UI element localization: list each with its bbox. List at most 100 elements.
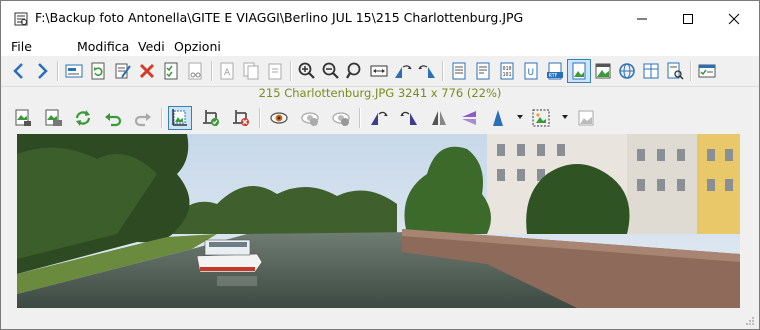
text-button[interactable]: A [215, 59, 239, 83]
flip-right-button[interactable] [397, 106, 421, 130]
menu-bar: File Modifica Vedi Opzioni [1, 37, 759, 56]
rtf-view-button[interactable]: RTF [543, 59, 567, 83]
crop-button[interactable] [168, 106, 192, 130]
mirror-icon [432, 111, 446, 125]
flip-left-button[interactable] [367, 106, 391, 130]
office-view-button[interactable] [639, 59, 663, 83]
delete-button[interactable] [135, 59, 159, 83]
unicode-view-button[interactable]: U [519, 59, 543, 83]
resize-grip-icon[interactable] [745, 316, 755, 326]
toolbar-separator [359, 108, 361, 128]
toolbar-separator [57, 61, 59, 81]
document-view-button[interactable] [471, 59, 495, 83]
image-info: 215 Charlottenburg.JPG 3241 x 776 (22%) [258, 86, 502, 100]
zoom-icon [346, 62, 361, 79]
status-bar [1, 311, 759, 329]
selection-button[interactable] [529, 106, 553, 130]
minimize-button[interactable] [619, 1, 665, 37]
print-image-icon [45, 109, 62, 126]
search-file-icon [667, 62, 684, 80]
crop-cancel-button[interactable] [229, 106, 253, 130]
search-file-button[interactable] [663, 59, 687, 83]
undo-button[interactable] [101, 106, 125, 130]
edit-icon [115, 63, 131, 79]
save-image-button[interactable] [11, 106, 35, 130]
multimedia-view-button[interactable] [591, 59, 615, 83]
title-bar: F:\Backup foto Antonella\GITE E VIAGGI\B… [1, 1, 759, 37]
cut-icon [188, 62, 202, 80]
back-button[interactable] [7, 59, 31, 83]
main-toolbar: A 010 101 U RTF [1, 56, 759, 87]
edit-button[interactable] [111, 59, 135, 83]
rotate-left-button[interactable] [391, 59, 415, 83]
selection-dropdown-icon[interactable] [562, 115, 568, 119]
image-view-button[interactable] [567, 59, 591, 83]
web-view-button[interactable] [615, 59, 639, 83]
hide-all-button[interactable] [329, 106, 353, 130]
preview-icon [270, 112, 288, 124]
hex-view-button[interactable]: 010 101 [495, 59, 519, 83]
svg-text:101: 101 [503, 72, 512, 78]
toolbar-separator [161, 108, 163, 128]
svg-text:RTF: RTF [549, 73, 558, 79]
rotate-right-icon [418, 65, 435, 78]
fit-width-icon [370, 65, 388, 77]
flip-vertical-icon [462, 111, 476, 125]
office-view-icon [643, 63, 659, 79]
triangle-button[interactable] [486, 106, 510, 130]
application-window: F:\Backup foto Antonella\GITE E VIAGGI\B… [0, 0, 760, 330]
checklist-button[interactable] [159, 59, 183, 83]
zoom-in-button[interactable] [295, 59, 319, 83]
text-view-icon [452, 62, 466, 80]
forward-icon [38, 63, 48, 79]
zoom-out-button[interactable] [319, 59, 343, 83]
svg-text:A: A [224, 68, 231, 78]
fit-width-button[interactable] [367, 59, 391, 83]
crop-apply-button[interactable] [199, 106, 223, 130]
back-icon [13, 63, 23, 79]
crop-cancel-icon [233, 110, 249, 126]
crop-icon [172, 109, 187, 126]
menu-modifica[interactable]: Modifica [77, 39, 129, 54]
panorama-photo [17, 134, 740, 308]
select-file-button[interactable] [62, 59, 86, 83]
mirror-button[interactable] [427, 106, 451, 130]
paste-button[interactable] [263, 59, 287, 83]
cut-button[interactable] [183, 59, 207, 83]
rotate-right-button[interactable] [415, 59, 439, 83]
multimedia-view-icon [595, 63, 611, 79]
image-view-icon [572, 62, 586, 80]
save-image-icon [15, 109, 31, 126]
redo-button[interactable] [131, 106, 155, 130]
refresh-icon [91, 62, 105, 80]
forward-button[interactable] [30, 59, 54, 83]
hide-button[interactable] [298, 106, 322, 130]
menu-file[interactable]: File [11, 39, 32, 54]
toolbar-separator [211, 61, 213, 81]
background-image-button[interactable] [574, 106, 598, 130]
settings-button[interactable] [695, 59, 719, 83]
rtf-view-icon: RTF [547, 62, 563, 80]
unicode-view-icon: U [524, 62, 538, 80]
flip-vertical-button[interactable] [457, 106, 481, 130]
crop-apply-icon [203, 110, 219, 126]
flip-left-icon [371, 111, 388, 125]
image-viewer[interactable] [17, 134, 740, 308]
close-icon [728, 13, 740, 25]
maximize-button[interactable] [665, 1, 711, 37]
text-view-button[interactable] [447, 59, 471, 83]
window-title: F:\Backup foto Antonella\GITE E VIAGGI\B… [35, 10, 524, 25]
zoom-out-icon [322, 62, 339, 79]
preview-button[interactable] [267, 106, 291, 130]
refresh-file-button[interactable] [86, 59, 110, 83]
close-button[interactable] [711, 1, 757, 37]
app-icon [14, 12, 28, 26]
zoom-button[interactable] [343, 59, 367, 83]
print-image-button[interactable] [41, 106, 65, 130]
menu-vedi[interactable]: Vedi [138, 39, 165, 54]
copy-text-button[interactable] [239, 59, 263, 83]
hide-all-icon [332, 112, 350, 126]
menu-opzioni[interactable]: Opzioni [174, 39, 221, 54]
reload-button[interactable] [71, 106, 95, 130]
triangle-dropdown-icon[interactable] [517, 115, 523, 119]
